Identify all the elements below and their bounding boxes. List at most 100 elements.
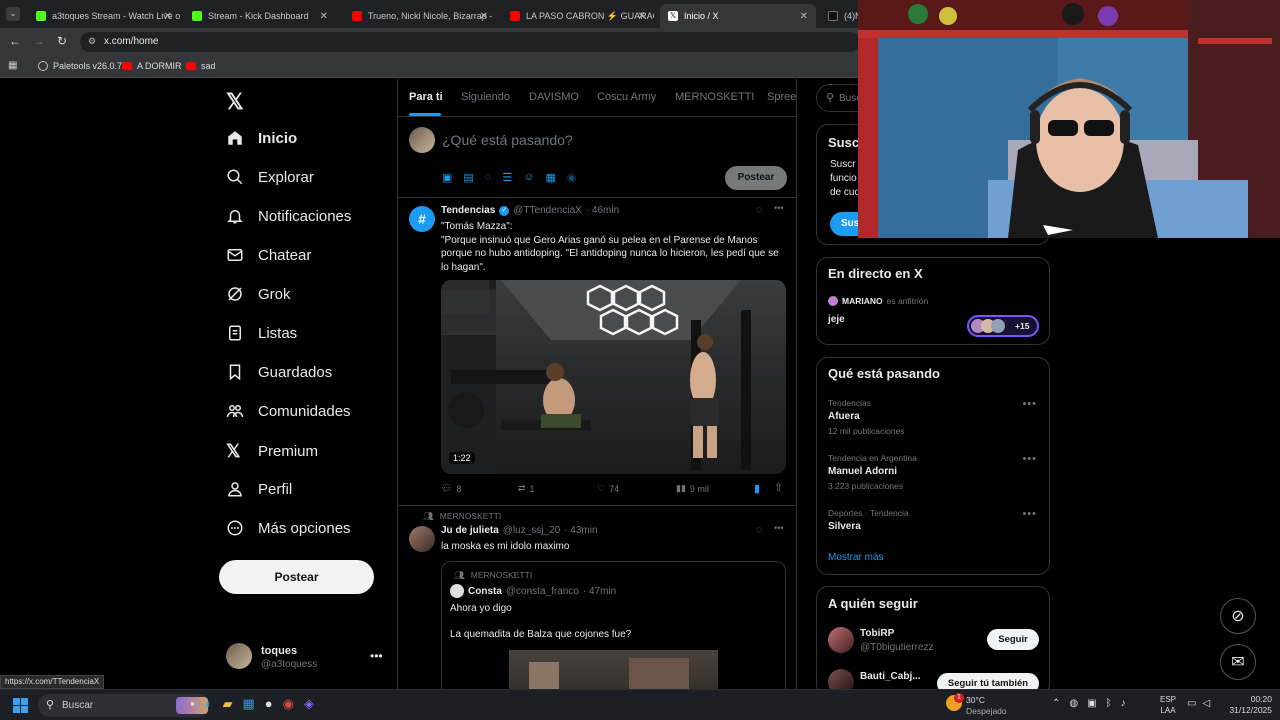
edge-icon[interactable]: ◐ [205, 696, 213, 712]
apps-grid-icon[interactable]: ▦ [8, 60, 17, 71]
bookmark-paletools[interactable]: Paletools v26.0.7 [38, 61, 122, 71]
windows-start-icon[interactable] [13, 698, 28, 713]
community-name[interactable]: MERNOSKETTI [440, 511, 501, 522]
emoji-icon[interactable]: ☺ [523, 171, 534, 184]
mic-icon[interactable]: ♪ [1121, 698, 1126, 709]
community-name[interactable]: MERNOSKETTI [471, 570, 532, 581]
gif-icon[interactable]: ▤ [463, 171, 473, 184]
bookmark-a-dormir[interactable]: A DORMIR [122, 61, 182, 71]
views-button[interactable]: ▮▮ 9 mil [676, 483, 709, 494]
discord-icon[interactable]: ◈ [304, 696, 314, 712]
more-dots-icon[interactable]: ••• [1022, 508, 1037, 520]
follow-name[interactable]: Bauti_Cabj... [860, 671, 921, 682]
close-icon[interactable]: ✕ [480, 11, 488, 22]
grok-icon[interactable]: ◌ [485, 171, 492, 184]
x-logo-icon[interactable]: 𝕏 [226, 89, 244, 115]
nav-notifications[interactable]: Notificaciones [226, 207, 351, 225]
reload-icon[interactable]: ↻ [57, 34, 67, 48]
more-dots-icon[interactable]: ••• [1022, 398, 1037, 410]
task-view-icon[interactable]: ▪ [190, 696, 195, 712]
trend-name[interactable]: Silvera [828, 521, 861, 532]
poll-icon[interactable]: ☰ [502, 171, 512, 184]
grok-fab[interactable]: ⊘ [1220, 598, 1256, 634]
tweet-time[interactable]: · 47min [583, 586, 616, 597]
store-icon[interactable]: ▦ [242, 696, 254, 712]
forward-icon[interactable]: → [33, 34, 45, 48]
reply-button[interactable]: 💬︎ 8 [441, 483, 461, 494]
trend-name[interactable]: Manuel Adorni [828, 466, 897, 477]
weather-widget[interactable]: 1 30°C Despejado [946, 693, 1016, 717]
tray-app-icon[interactable]: ▣ [1087, 698, 1096, 709]
nav-profile[interactable]: Perfil [226, 480, 292, 498]
tab-coscu-army[interactable]: Coscu Army [597, 91, 656, 103]
more-dots-icon[interactable]: ••• [370, 649, 383, 663]
post-button[interactable]: Postear [219, 560, 374, 594]
follow-button[interactable]: Seguir [987, 629, 1039, 650]
chevron-up-icon[interactable]: ⌃ [1052, 698, 1060, 709]
close-icon[interactable]: ✕ [320, 11, 328, 22]
follow-name[interactable]: TobiRP [860, 628, 894, 639]
bluetooth-icon[interactable]: ᛒ [1106, 698, 1112, 709]
folder-icon[interactable]: ▰ [222, 696, 232, 712]
author-handle[interactable]: @luz_ssj_20 [503, 525, 560, 536]
author-handle[interactable]: @TTendenciaX [513, 205, 582, 216]
bookmark-icon[interactable]: ▮ [754, 482, 760, 495]
tweet-time[interactable]: · 43min [564, 525, 597, 536]
tab-for-you[interactable]: Para ti [409, 91, 443, 103]
trend-name[interactable]: Afuera [828, 411, 860, 422]
browser-tab[interactable]: Trueno, Nicki Nicole, Bizarrap - ✕ [344, 4, 496, 28]
browser-tab[interactable]: LA PASO CABRON ⚡ GUARACH ✕ [502, 4, 654, 28]
quote-image[interactable] [509, 650, 718, 689]
tab-list-chevron-icon[interactable]: ⌄ [6, 7, 20, 21]
browser-tab[interactable]: (4)N [820, 4, 860, 28]
close-icon[interactable]: ✕ [800, 11, 808, 22]
like-button[interactable]: ♡ 74 [597, 483, 619, 494]
nav-more[interactable]: Más opciones [226, 519, 351, 537]
tweet[interactable]: # Tendencias ✓ @TTendenciaX · 46min ◌ ••… [398, 198, 796, 505]
close-icon[interactable]: ✕ [638, 11, 646, 22]
more-dots-icon[interactable]: ••• [774, 203, 783, 213]
nav-communities[interactable]: Comunidades [226, 402, 351, 420]
bookmark-sad[interactable]: sad [186, 61, 216, 71]
account-switcher[interactable]: toques @a3toquess ••• [226, 643, 386, 673]
nav-grok[interactable]: Grok [226, 285, 291, 303]
nav-explore[interactable]: Explorar [226, 168, 314, 186]
tweet-time[interactable]: · 46min [586, 205, 619, 216]
composer-input[interactable]: ¿Qué está pasando? [442, 132, 573, 148]
repost-button[interactable]: ⇄ 1 [518, 483, 535, 494]
chrome-icon[interactable]: ◉ [283, 696, 294, 712]
author-name[interactable]: Ju de julieta [441, 525, 499, 536]
author-name[interactable]: Consta [468, 586, 502, 597]
live-listeners[interactable]: +15 [967, 315, 1039, 337]
tab-mernosketti[interactable]: MERNOSKETTI [675, 91, 754, 103]
more-dots-icon[interactable]: ••• [1022, 453, 1037, 465]
browser-tab[interactable]: Stream - Kick Dashboard ✕ [184, 4, 336, 28]
close-icon[interactable]: ✕ [164, 11, 172, 22]
browser-tab[interactable]: a3toques Stream - Watch Live o ✕ [28, 4, 180, 28]
tray-app-icon[interactable]: ◍ [1069, 698, 1078, 709]
nav-bookmarks[interactable]: Guardados [226, 363, 332, 381]
tweet[interactable]: 👥︎ MERNOSKETTI Ju de julieta @luz_ssj_20… [398, 506, 796, 689]
url-input[interactable]: ⚙ x.com/home [80, 32, 860, 52]
messages-fab[interactable]: ✉ [1220, 644, 1256, 680]
more-dots-icon[interactable]: ••• [774, 523, 783, 533]
tweet-video[interactable]: 1:22 [441, 280, 786, 474]
grok-icon[interactable]: ◌ [756, 524, 763, 536]
author-name[interactable]: Tendencias [441, 205, 495, 216]
nav-lists[interactable]: Listas [226, 324, 297, 342]
site-info-icon[interactable]: ⚙ [88, 36, 96, 47]
composer-post-button[interactable]: Postear [725, 166, 787, 190]
grok-icon[interactable]: ◌ [756, 204, 763, 216]
browser-tab-active[interactable]: 𝕏 Inicio / X ✕ [660, 4, 816, 28]
obs-icon[interactable]: ● [265, 696, 273, 712]
back-icon[interactable]: ← [9, 34, 21, 48]
share-icon[interactable]: ⇧ [774, 481, 783, 494]
clock[interactable]: 00:20 31/12/2025 [1222, 694, 1272, 716]
language-indicator[interactable]: ESP LAA [1160, 694, 1176, 716]
nav-home[interactable]: Inicio [226, 129, 297, 147]
image-icon[interactable]: ▣ [442, 171, 452, 184]
tab-spree[interactable]: Spree [767, 91, 796, 103]
author-handle[interactable]: @consta_franco [506, 586, 579, 597]
schedule-icon[interactable]: ▦ [545, 171, 555, 184]
location-icon[interactable]: ◉ [567, 171, 577, 184]
